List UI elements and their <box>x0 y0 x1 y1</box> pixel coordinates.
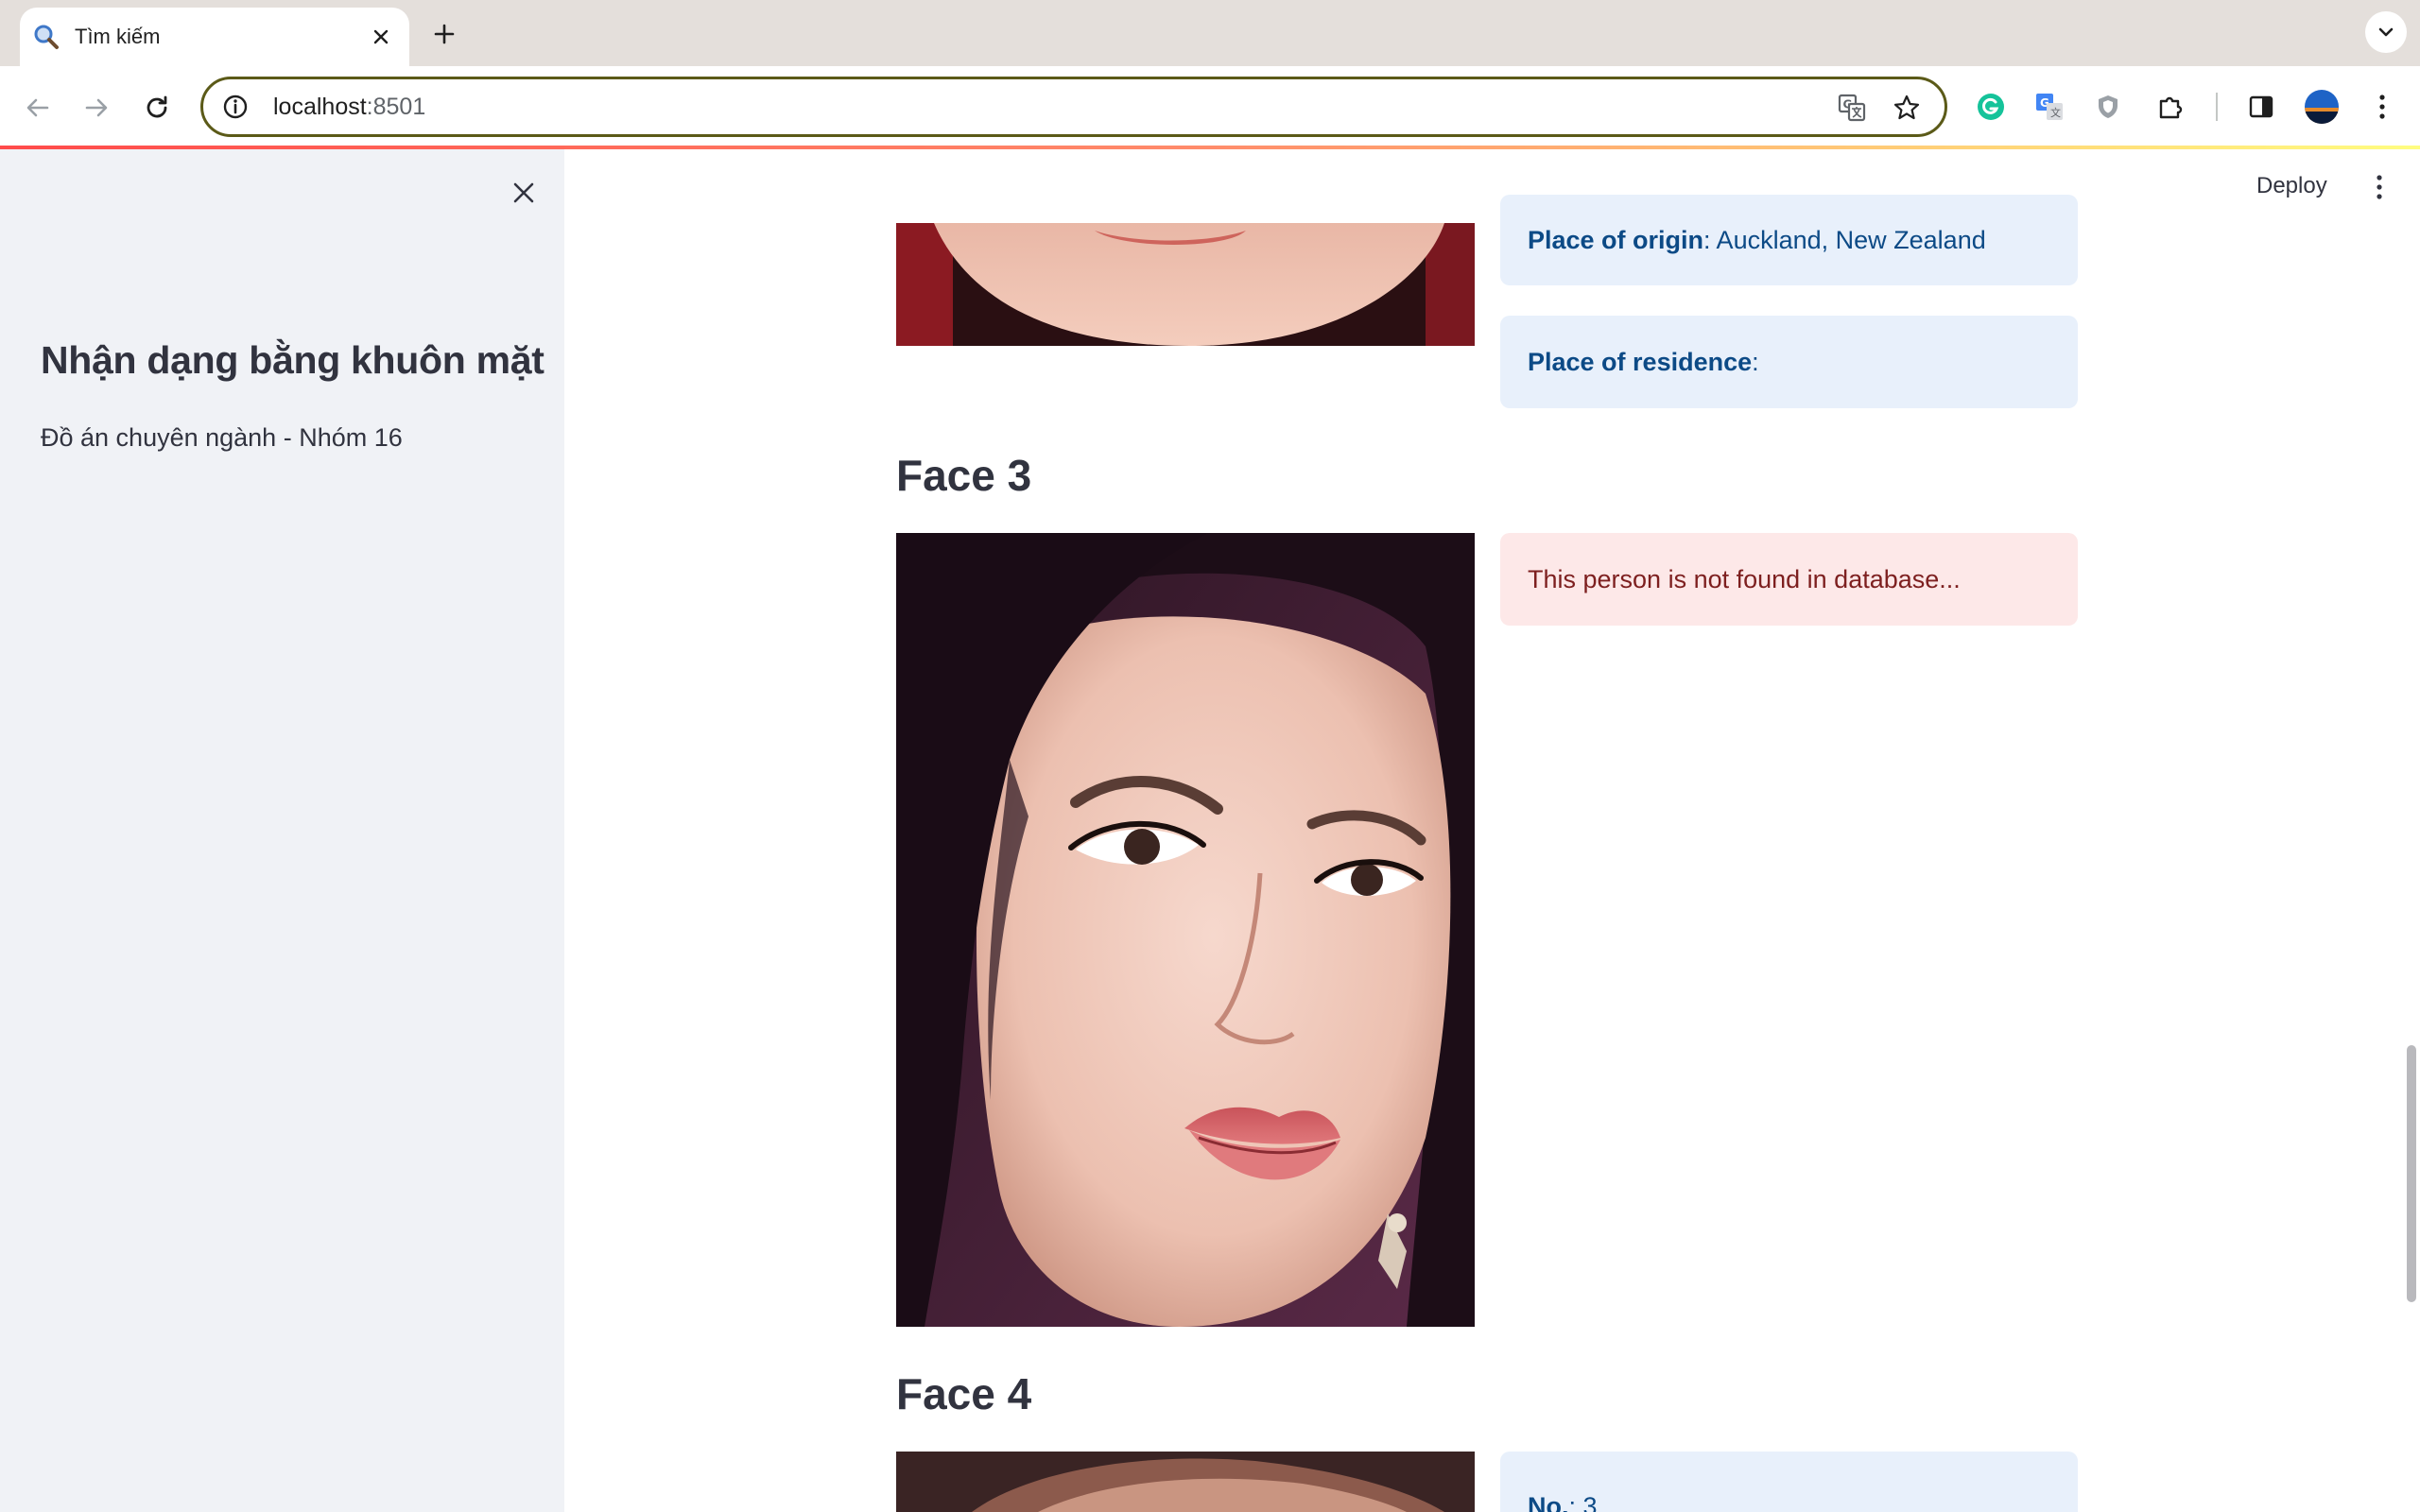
face-3-not-found-alert: This person is not found in database... <box>1500 533 2078 626</box>
close-icon[interactable] <box>505 174 543 212</box>
no-value: : 3 <box>1568 1492 1598 1512</box>
face-4-info: No.: 3 <box>1500 1452 2078 1512</box>
url-port: :8501 <box>366 93 426 120</box>
origin-value: : Auckland, New Zealand <box>1703 225 1986 254</box>
deploy-button[interactable]: Deploy <box>2256 168 2327 204</box>
star-icon[interactable] <box>1890 91 1924 125</box>
browser-tab[interactable]: Tìm kiếm <box>20 8 409 66</box>
url-text: localhost:8501 <box>273 94 425 121</box>
info-icon[interactable] <box>220 92 251 122</box>
chevron-down-icon[interactable] <box>2365 11 2407 53</box>
face-3-heading: Face 3 <box>896 451 1032 500</box>
face-2-residence-info: Place of residence: <box>1500 316 2078 408</box>
tab-title: Tìm kiếm <box>75 25 161 48</box>
face-4-image <box>896 1452 1475 1512</box>
avatar[interactable] <box>2301 86 2342 128</box>
tab-strip: Tìm kiếm <box>0 0 2420 66</box>
forward-arrow-icon[interactable] <box>76 87 117 129</box>
side-panel-icon[interactable] <box>2240 86 2282 128</box>
face-2-origin-info: Place of origin: Auckland, New Zealand <box>1500 195 2078 285</box>
kebab-menu-icon[interactable] <box>2361 86 2403 128</box>
shield-icon[interactable] <box>2087 86 2129 128</box>
url-host: localhost <box>273 93 367 120</box>
google-translate-icon[interactable]: G文 <box>2029 86 2070 128</box>
face-4-heading: Face 4 <box>896 1369 1032 1418</box>
sidebar: Nhận dạng bằng khuôn mặt Đồ án chuyên ng… <box>0 149 564 1512</box>
puzzle-icon[interactable] <box>2150 86 2191 128</box>
residence-label: Place of residence <box>1528 347 1753 376</box>
main-content: Deploy Place of origin: Auckland, New Ze… <box>564 149 2420 1512</box>
sidebar-subtitle: Đồ án chuyên ngành - Nhóm 16 <box>41 423 403 452</box>
search-icon <box>33 24 60 50</box>
residence-value: : <box>1752 347 1759 376</box>
close-icon[interactable] <box>368 24 394 50</box>
address-bar[interactable]: localhost:8501 G <box>200 77 1947 137</box>
face-2-image <box>896 223 1475 346</box>
toolbar-divider <box>2216 93 2218 121</box>
grammarly-icon[interactable] <box>1970 86 2012 128</box>
plus-icon[interactable] <box>427 17 461 51</box>
translate-icon[interactable]: G <box>1835 91 1869 125</box>
no-label: No. <box>1528 1492 1569 1512</box>
sidebar-title: Nhận dạng bằng khuôn mặt <box>41 338 544 382</box>
reload-icon[interactable] <box>136 87 178 129</box>
not-found-message: This person is not found in database... <box>1528 564 1961 593</box>
svg-text:文: 文 <box>2050 106 2061 119</box>
kebab-menu-icon[interactable] <box>2360 168 2398 206</box>
scrollbar[interactable] <box>2407 1045 2416 1302</box>
origin-label: Place of origin <box>1528 225 1704 254</box>
face-3-image <box>896 533 1475 1327</box>
back-arrow-icon[interactable] <box>17 87 59 129</box>
browser-toolbar: localhost:8501 G G文 <box>0 66 2420 149</box>
